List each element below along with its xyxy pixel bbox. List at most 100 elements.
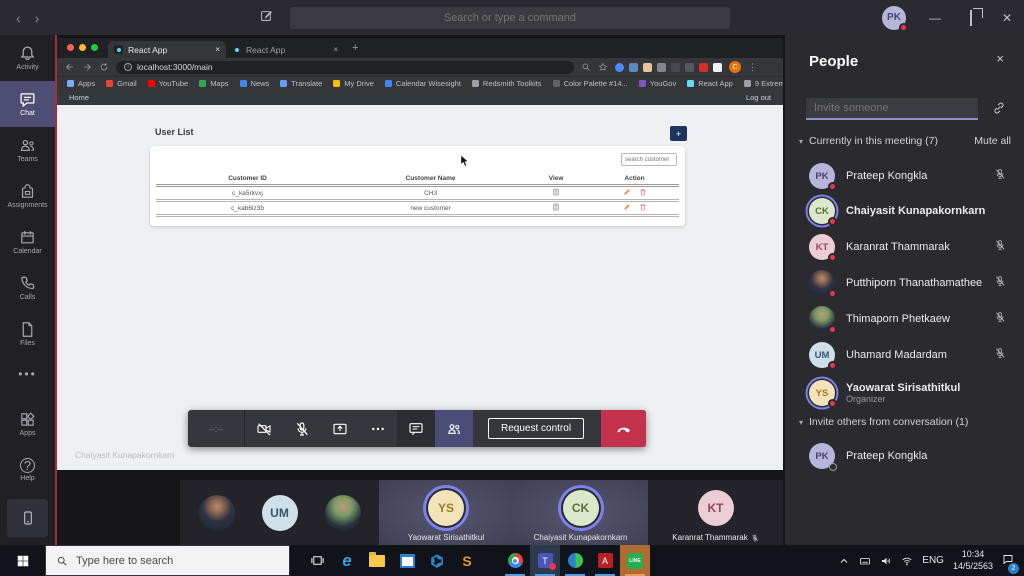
invite-someone-input[interactable] xyxy=(806,98,978,120)
participant-row[interactable]: UM Uhamard Madardam xyxy=(785,338,1024,372)
microsoft-store-icon[interactable] xyxy=(392,545,422,576)
view-document-icon[interactable] xyxy=(522,188,590,198)
delete-icon[interactable] xyxy=(639,188,647,198)
participant-row[interactable]: Thimaporn Phetkaew xyxy=(785,302,1024,336)
start-button[interactable] xyxy=(0,545,45,576)
browser-forward-icon[interactable] xyxy=(82,62,92,72)
delete-icon[interactable] xyxy=(639,203,647,213)
command-search-input[interactable] xyxy=(290,7,730,29)
action-center-icon[interactable]: 2 xyxy=(1002,552,1014,570)
sidebar-item-files[interactable]: Files xyxy=(0,311,55,357)
extension-icon[interactable] xyxy=(713,63,722,72)
chrome-profile-avatar[interactable]: C xyxy=(729,61,741,73)
mic-muted-icon[interactable] xyxy=(994,167,1006,185)
bookmark-item[interactable]: Apps xyxy=(67,79,95,88)
sidebar-item-activity[interactable]: Activity xyxy=(0,35,55,81)
edit-icon[interactable] xyxy=(623,188,631,198)
taskbar-clock[interactable]: 10:34 14/5/2563 xyxy=(953,549,993,572)
idm-taskbar-icon[interactable] xyxy=(560,545,590,576)
bookmark-item[interactable]: Translate xyxy=(280,79,322,88)
more-actions-button[interactable] xyxy=(359,410,397,447)
add-user-button[interactable]: + xyxy=(670,126,687,141)
sidebar-item-calendar[interactable]: Calendar xyxy=(0,219,55,265)
collapse-caret-icon[interactable]: ▾ xyxy=(799,137,803,146)
meeting-chat-button[interactable] xyxy=(397,410,435,447)
extension-icon[interactable] xyxy=(685,63,694,72)
search-tabs-icon[interactable] xyxy=(581,62,591,72)
participant-row[interactable]: YS Yaowarat Sirisathitkul Organizer xyxy=(785,372,1024,414)
participant-tile[interactable]: YS Yaowarat Sirisathitkul xyxy=(379,480,513,545)
bookmark-item[interactable]: Redsmith Toolkits xyxy=(472,79,542,88)
task-view-button[interactable] xyxy=(302,545,332,576)
tray-chevron-up-icon[interactable] xyxy=(838,555,850,567)
line-taskbar-icon[interactable]: LINE xyxy=(620,545,650,576)
extension-icon[interactable] xyxy=(671,63,680,72)
browser-tab-active[interactable]: React App× xyxy=(108,41,226,58)
volume-icon[interactable] xyxy=(880,555,892,567)
sidebar-item-teams[interactable]: Teams xyxy=(0,127,55,173)
teams-taskbar-icon[interactable]: T xyxy=(530,545,560,576)
mobile-app-icon[interactable] xyxy=(7,499,48,537)
sidebar-item-apps[interactable]: Apps xyxy=(0,401,55,447)
copy-join-link-icon[interactable] xyxy=(992,101,1006,120)
wifi-icon[interactable] xyxy=(901,555,913,567)
chrome-menu-icon[interactable]: ⋮ xyxy=(748,62,757,73)
minimize-button[interactable]: — xyxy=(928,11,942,25)
extension-icon[interactable] xyxy=(699,63,708,72)
browser-back-icon[interactable] xyxy=(65,62,75,72)
window-traffic-lights[interactable] xyxy=(67,44,98,51)
new-chat-icon[interactable] xyxy=(260,9,273,27)
customer-search-input[interactable] xyxy=(621,153,677,166)
tab-close-icon[interactable]: × xyxy=(333,45,338,54)
sidebar-item-help[interactable]: ?Help xyxy=(0,447,55,493)
nav-back-icon[interactable]: ‹ xyxy=(16,10,21,26)
bookmark-item[interactable]: Maps xyxy=(199,79,228,88)
sidebar-item-calls[interactable]: Calls xyxy=(0,265,55,311)
mute-all-button[interactable]: Mute all xyxy=(974,135,1011,147)
section-invite-others[interactable]: ▾ Invite others from conversation (1) xyxy=(799,416,1011,428)
participant-row[interactable]: CK Chaiyasit Kunapakornkarn xyxy=(785,194,1024,228)
share-screen-button[interactable] xyxy=(321,410,359,447)
edit-icon[interactable] xyxy=(623,203,631,213)
bookmark-item[interactable]: Gmail xyxy=(106,79,137,88)
close-button[interactable]: ✕ xyxy=(1000,11,1014,25)
bookmark-item[interactable]: Color Palette #14... xyxy=(553,79,628,88)
request-control-button[interactable]: Request control xyxy=(488,418,584,439)
participant-row[interactable]: PK Prateep Kongkla xyxy=(785,159,1024,193)
mic-muted-icon[interactable] xyxy=(994,346,1006,364)
extension-icon[interactable] xyxy=(643,63,652,72)
bookmark-item[interactable]: My Drive xyxy=(333,79,374,88)
section-currently-in-meeting[interactable]: ▾ Currently in this meeting (7) Mute all xyxy=(799,135,1011,147)
bookmark-item[interactable]: YouTube xyxy=(148,79,188,88)
participant-tile-group[interactable]: UM xyxy=(180,480,379,545)
mic-off-button[interactable] xyxy=(283,410,321,447)
edge-icon[interactable]: e xyxy=(332,545,362,576)
participant-row[interactable]: KT Karanrat Thammarak xyxy=(785,230,1024,264)
bookmark-item[interactable]: 9 Extremely Powe... xyxy=(744,79,783,88)
address-bar[interactable]: i localhost:3000/main xyxy=(116,61,574,74)
nav-home-link[interactable]: Home xyxy=(69,93,89,102)
touch-keyboard-icon[interactable] xyxy=(859,555,871,567)
extension-icon[interactable] xyxy=(629,63,638,72)
bookmark-item[interactable]: YouGov xyxy=(639,79,676,88)
close-panel-icon[interactable]: × xyxy=(996,51,1004,66)
nav-logout-link[interactable]: Log out xyxy=(746,93,771,102)
bookmark-item[interactable]: React App xyxy=(687,79,733,88)
tab-close-icon[interactable]: × xyxy=(215,45,220,54)
nav-forward-icon[interactable]: › xyxy=(35,10,40,26)
participant-tile[interactable]: KT Karanrat Thammarak xyxy=(648,480,783,545)
invite-suggestion-row[interactable]: PK Prateep Kongkla xyxy=(785,439,1024,473)
browser-tab-inactive[interactable]: React App× xyxy=(226,41,344,58)
sidebar-item-chat[interactable]: Chat xyxy=(0,81,55,127)
sidebar-item-assignments[interactable]: Assignments xyxy=(0,173,55,219)
mic-muted-icon[interactable] xyxy=(994,238,1006,256)
view-document-icon[interactable] xyxy=(522,203,590,213)
mic-muted-icon[interactable] xyxy=(994,310,1006,328)
chrome-taskbar-icon[interactable] xyxy=(500,545,530,576)
site-info-icon[interactable]: i xyxy=(124,63,132,71)
restore-button[interactable] xyxy=(964,11,978,25)
extension-icon[interactable] xyxy=(615,63,624,72)
bookmark-item[interactable]: News xyxy=(240,79,270,88)
browser-reload-icon[interactable] xyxy=(99,62,109,72)
file-explorer-icon[interactable] xyxy=(362,545,392,576)
